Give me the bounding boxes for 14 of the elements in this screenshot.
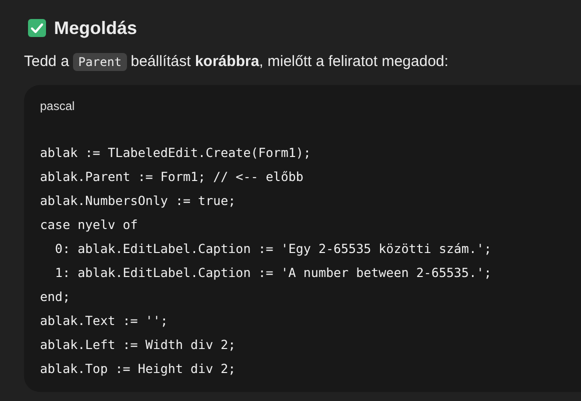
section-heading: Megoldás — [54, 16, 138, 40]
code-line: ablak.Parent := Form1; // <-- előbb — [40, 168, 304, 186]
code-line: ablak.Text := ''; — [40, 312, 168, 330]
code-line: ablak := TLabeledEdit.Create(Form1); — [40, 144, 311, 162]
code-line: 0: ablak.EditLabel.Caption := 'Egy 2-65535 közötti szám.'; — [54, 240, 492, 258]
check-mark-icon — [28, 19, 46, 37]
code-line: ablak.NumbersOnly := true; — [40, 192, 236, 210]
code-line: end; — [40, 288, 70, 306]
code-line: case nyelv of — [40, 216, 138, 234]
code-line: ablak.Left := Width div 2; — [40, 336, 236, 354]
language-label: pascal — [40, 98, 75, 114]
instruction-text: Tedd a Parent beállítást korábbra, mielőtt a feliratot megadod: — [24, 52, 450, 73]
code-line: 1: ablak.EditLabel.Caption := 'A number between 2-65535.'; — [54, 264, 492, 282]
code-line: ablak.Top := Height div 2; — [40, 360, 236, 378]
